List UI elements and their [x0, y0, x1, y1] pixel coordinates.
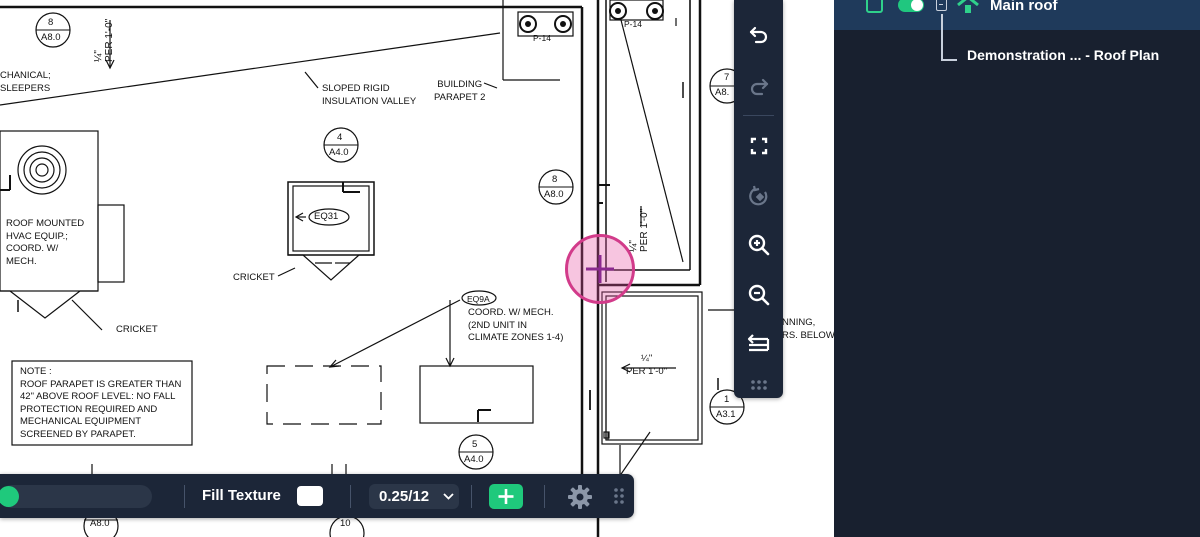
blueprint-canvas[interactable]: CHANICAL; SLEEPERS SLOPED RIGID INSULATI… — [0, 0, 834, 537]
toolbar-divider — [544, 485, 545, 508]
roof-house-icon — [956, 0, 980, 20]
layer-child-item[interactable]: Demonstration ... - Roof Plan — [967, 47, 1159, 63]
vertical-toolbar — [734, 0, 783, 398]
grip-dots-icon[interactable] — [750, 378, 768, 396]
callout-num: 4 — [337, 132, 343, 143]
undo-button[interactable] — [745, 20, 773, 48]
callout-ref: A4.0 — [464, 454, 484, 465]
zoom-in-button[interactable] — [745, 231, 773, 259]
redo-icon — [750, 78, 769, 96]
toolbar-divider — [184, 485, 185, 508]
zoom-out-button[interactable] — [745, 281, 773, 309]
roof-note: NOTE : ROOF PARAPET IS GREATER THAN 42" … — [20, 366, 182, 440]
cricket-label-1: CRICKET — [233, 272, 275, 283]
callout-ref: A8.0 — [544, 189, 564, 200]
undo-icon — [749, 26, 768, 44]
layers-toggle-button[interactable] — [745, 330, 773, 358]
opacity-slider[interactable] — [0, 485, 152, 508]
toolbar-divider — [350, 485, 351, 508]
layer-title: Main roof — [990, 0, 1058, 14]
gear-icon — [568, 485, 592, 509]
chevron-down-icon — [443, 493, 454, 500]
zoom-in-icon — [748, 234, 770, 256]
pitch-dropdown[interactable]: 0.25/12 — [369, 484, 459, 509]
add-button[interactable] — [489, 484, 523, 509]
callout-ref: A8.0 — [41, 32, 61, 43]
pitch-value: 0.25/12 — [379, 488, 430, 505]
drain-tag-2: P-14 — [624, 19, 642, 29]
redo-button[interactable] — [745, 72, 773, 100]
layer-row-main-roof[interactable]: Main roof — [834, 0, 1200, 30]
hvac-label: ROOF MOUNTED HVAC EQUIP.; COORD. W/ MECH… — [6, 218, 85, 267]
drag-grip-icon[interactable] — [613, 487, 625, 510]
callout-ref: A4.0 — [329, 147, 349, 158]
settings-button[interactable] — [567, 484, 593, 515]
layers-panel: Main roof Demonstration ... - Roof Plan — [834, 0, 1200, 537]
rotate-icon — [749, 185, 768, 206]
toolbar-divider — [471, 485, 472, 508]
callout-num: 5 — [472, 439, 478, 450]
callout-num: 7 — [724, 72, 730, 83]
blueprint-drawing — [0, 0, 778, 537]
fill-texture-label: Fill Texture — [202, 487, 281, 504]
mechanical-label: CHANICAL; SLEEPERS — [0, 70, 51, 94]
coord-label: COORD. W/ MECH. (2ND UNIT IN CLIMATE ZON… — [468, 307, 564, 343]
eq-tag: EQ9A — [467, 294, 490, 304]
slope-right-label: ¼" PER 1'-0" — [626, 353, 668, 377]
fullscreen-icon — [750, 137, 768, 155]
collapse-toggle[interactable] — [936, 0, 947, 11]
cricket-label-2: CRICKET — [116, 324, 158, 335]
bottom-toolbar: Fill Texture 0.25/12 — [0, 474, 634, 518]
fit-screen-button[interactable] — [745, 132, 773, 160]
zoom-out-icon — [748, 284, 770, 306]
tree-line — [941, 14, 943, 60]
tree-line — [941, 59, 957, 61]
callout-ref: A8.0 — [90, 518, 110, 529]
layers-icon — [747, 334, 770, 352]
toolbar-divider — [743, 115, 774, 116]
callout-ref: A3.1 — [716, 409, 736, 420]
right-partial-label: NNING, RS. BELOW — [782, 317, 834, 341]
crosshair-icon — [586, 255, 614, 283]
visibility-toggle[interactable] — [898, 0, 924, 12]
parapet-label: BUILDING PARAPET 2 — [434, 79, 486, 103]
drain-tag-1: P-14 — [533, 33, 551, 43]
callout-ref: A8. — [715, 87, 730, 98]
plus-icon — [498, 489, 514, 504]
callout-num: 10 — [340, 518, 351, 529]
crosshair-cursor — [565, 234, 635, 304]
fill-color-swatch[interactable] — [297, 486, 323, 506]
callout-num: 8 — [552, 174, 558, 185]
slope-left-label: ¼" PER 1'-0" — [93, 18, 115, 62]
layer-checkbox[interactable] — [866, 0, 883, 13]
callout-num: 1 — [724, 394, 730, 405]
callout-num: 8 — [48, 17, 54, 28]
eq31-tag: EQ31 — [314, 211, 339, 222]
valley-label: SLOPED RIGID INSULATION VALLEY — [322, 83, 417, 107]
rotate-button[interactable] — [745, 182, 773, 210]
